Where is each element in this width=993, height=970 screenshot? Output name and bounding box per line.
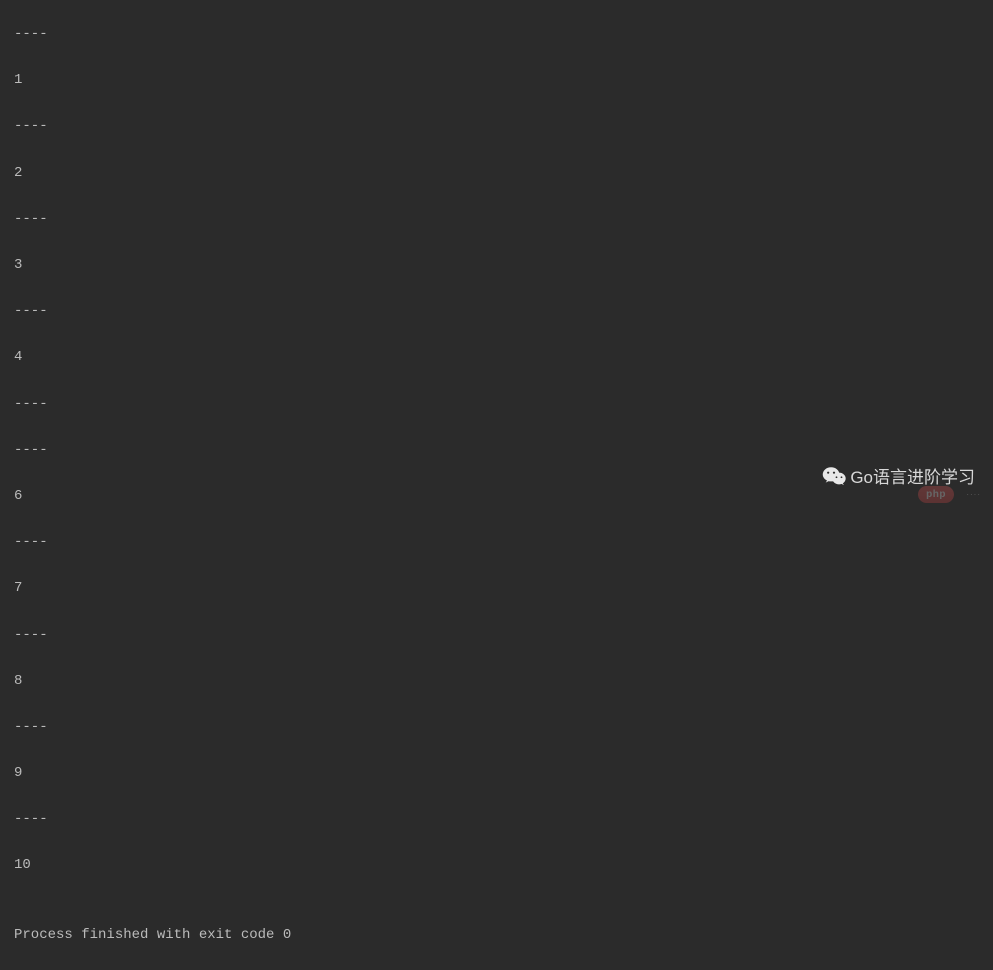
wechat-badge: Go语言进阶学习 <box>822 463 975 488</box>
wechat-icon <box>822 466 846 486</box>
output-line: 4 <box>14 346 979 369</box>
output-line: ---- <box>14 716 979 739</box>
php-watermark: php ···· <box>918 486 981 502</box>
output-line: ---- <box>14 115 979 138</box>
output-line: ---- <box>14 624 979 647</box>
output-line: ---- <box>14 531 979 554</box>
output-line: 7 <box>14 577 979 600</box>
output-line: ---- <box>14 393 979 416</box>
wechat-badge-text: Go语言进阶学习 <box>850 463 975 488</box>
output-line: 3 <box>14 254 979 277</box>
output-line: ---- <box>14 23 979 46</box>
output-line: 1 <box>14 69 979 92</box>
output-line: 8 <box>14 670 979 693</box>
output-line: ---- <box>14 300 979 323</box>
php-pill: php <box>918 486 954 503</box>
output-line: 6 <box>14 485 979 508</box>
output-line: 2 <box>14 162 979 185</box>
output-line: 9 <box>14 762 979 785</box>
process-exit-line: Process finished with exit code 0 <box>14 924 979 947</box>
output-line: ---- <box>14 439 979 462</box>
output-line: 10 <box>14 854 979 877</box>
output-line: ---- <box>14 808 979 831</box>
php-watermark-sub: ···· <box>966 490 981 499</box>
output-line: ---- <box>14 208 979 231</box>
